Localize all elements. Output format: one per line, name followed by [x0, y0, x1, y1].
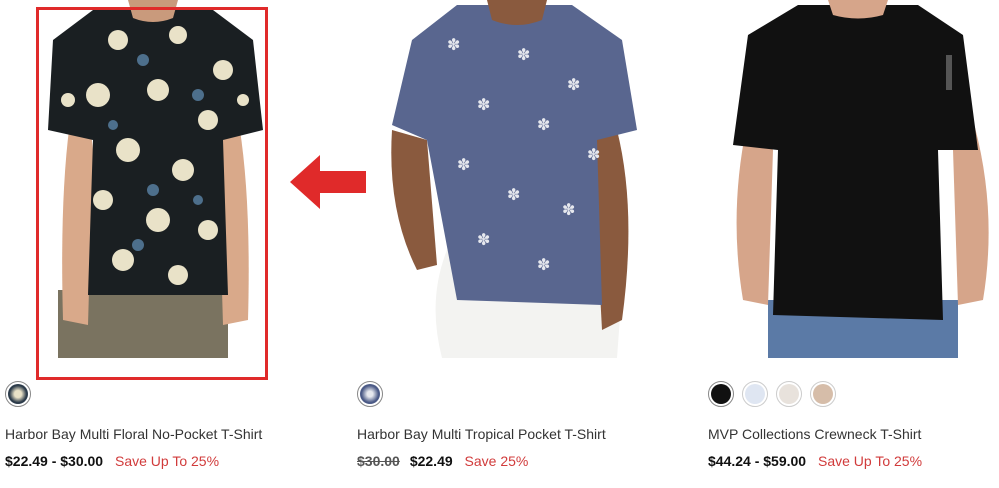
svg-text:✽: ✽	[567, 75, 580, 94]
left-arrow-icon	[290, 155, 366, 209]
product-card-crewneck[interactable]: MVP Collections Crewneck T-Shirt $44.24 …	[703, 0, 999, 488]
svg-text:✽: ✽	[517, 45, 530, 64]
svg-text:✽: ✽	[477, 95, 490, 114]
svg-text:✽: ✽	[587, 145, 600, 164]
color-swatch-tan[interactable]	[810, 381, 836, 407]
product-price: $22.49 - $30.00	[5, 453, 104, 469]
product-price-row: $44.24 - $59.00 Save Up To 25%	[708, 453, 922, 469]
svg-text:✽: ✽	[477, 230, 490, 249]
svg-text:✽: ✽	[562, 200, 575, 219]
product-card-tropical[interactable]: ✽ ✽ ✽ ✽ ✽ ✽ ✽ ✽ ✽ ✽ ✽ Harbor Bay Multi T…	[352, 0, 682, 488]
svg-text:✽: ✽	[537, 115, 550, 134]
color-swatch-cream[interactable]	[776, 381, 802, 407]
svg-text:✽: ✽	[507, 185, 520, 204]
product-price-row: $30.00 $22.49 Save 25%	[357, 453, 528, 469]
product-price: $22.49	[409, 453, 453, 469]
color-swatch-floral[interactable]	[5, 381, 31, 407]
color-swatch-black[interactable]	[708, 381, 734, 407]
light-blue-swatch-icon	[745, 384, 765, 404]
color-swatch-tropical[interactable]	[357, 381, 383, 407]
product-title[interactable]: MVP Collections Crewneck T-Shirt	[708, 426, 921, 442]
product-price: $44.24 - $59.00	[708, 453, 807, 469]
tropical-swatch-icon	[360, 384, 380, 404]
product-price-row: $22.49 - $30.00 Save Up To 25%	[5, 453, 219, 469]
save-badge: Save Up To 25%	[114, 453, 220, 469]
product-image-tropical-shirt[interactable]: ✽ ✽ ✽ ✽ ✽ ✽ ✽ ✽ ✽ ✽ ✽	[387, 0, 652, 358]
product-title[interactable]: Harbor Bay Multi Tropical Pocket T-Shirt	[357, 426, 606, 442]
save-badge: Save Up To 25%	[817, 453, 923, 469]
highlight-box	[36, 7, 268, 380]
black-swatch-icon	[711, 384, 731, 404]
tan-swatch-icon	[813, 384, 833, 404]
original-price: $30.00	[357, 453, 400, 469]
svg-text:✽: ✽	[457, 155, 470, 174]
product-title[interactable]: Harbor Bay Multi Floral No-Pocket T-Shir…	[5, 426, 262, 442]
color-swatch-light-blue[interactable]	[742, 381, 768, 407]
save-badge: Save 25%	[464, 453, 529, 469]
svg-text:✽: ✽	[537, 255, 550, 274]
product-image-crewneck-shirt[interactable]	[728, 0, 999, 358]
floral-swatch-icon	[8, 384, 28, 404]
svg-text:✽: ✽	[447, 35, 460, 54]
cream-swatch-icon	[779, 384, 799, 404]
